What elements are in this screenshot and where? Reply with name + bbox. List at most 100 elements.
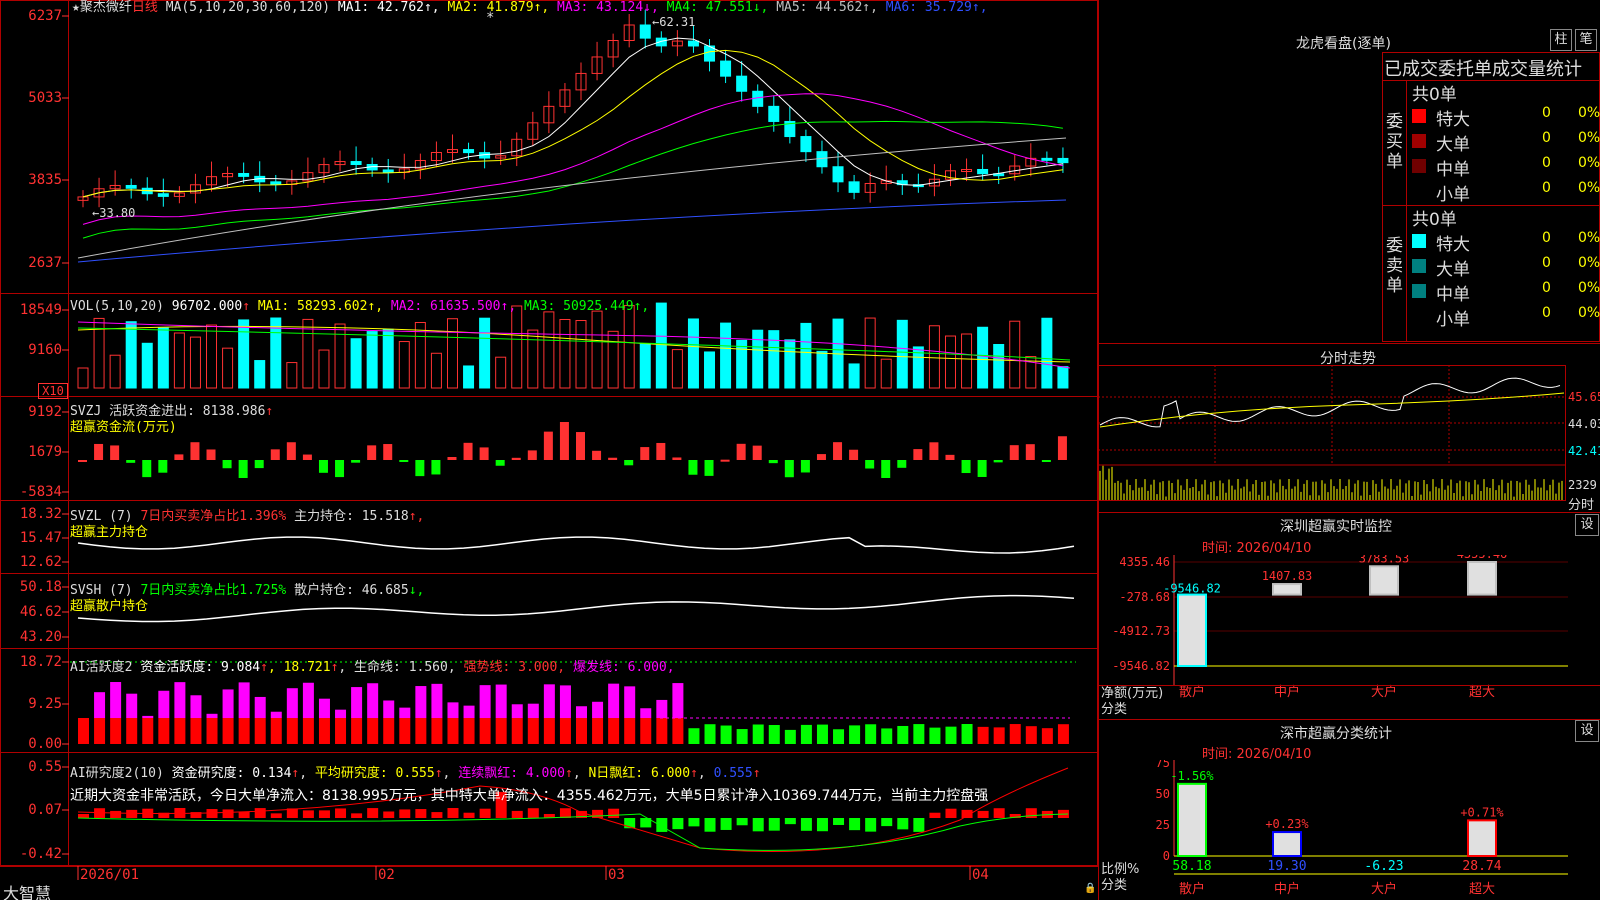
svsh-subtitle: 超赢散户持仓 — [70, 599, 149, 614]
vol-ma2-arrow: ↑, — [500, 299, 524, 314]
volume-bar — [591, 310, 603, 389]
vol-unit-badge[interactable]: X10 — [38, 383, 68, 399]
candle-body — [1057, 157, 1069, 164]
sell-count-0: 0 — [1542, 230, 1551, 246]
sz-monitor-settings-button[interactable]: 设 — [1575, 514, 1599, 536]
buy-swatch-1 — [1412, 134, 1426, 148]
ma-header: MA(5,10,20,30,60,120) — [165, 0, 331, 15]
sell-swatch-0 — [1412, 234, 1426, 248]
ai-active-bar — [929, 727, 941, 744]
ai-active-upper — [174, 682, 186, 718]
ai-active-title: AI活跃度2 — [70, 660, 133, 675]
ai-active-bar — [768, 725, 780, 744]
classify-ratio-1: 19.30 — [1267, 859, 1306, 874]
sz-classify-settings-button[interactable]: 设 — [1575, 720, 1599, 742]
price-axis-0: 6237 — [28, 8, 62, 24]
ai-active-lower — [222, 718, 234, 744]
svzj-bar — [318, 460, 328, 473]
dragon-bar-button[interactable]: 柱 — [1550, 29, 1572, 51]
ai-active-bar — [1025, 726, 1037, 744]
svzj-bar — [383, 444, 393, 460]
trading-terminal: 6237 5033 3835 2637 18549 9160 9192 1679 -5834 18… — [0, 0, 1600, 900]
svzj-bar — [800, 460, 810, 473]
svzj-bar — [238, 460, 248, 478]
ai-research-bar — [78, 814, 89, 818]
svsh-ratio: 7日内买卖净占比1.725% — [140, 583, 287, 598]
svzj-bar — [640, 447, 650, 460]
candle-body — [350, 161, 362, 166]
buy-name-1: 大单 — [1436, 135, 1470, 155]
classify-category-0: 散户 — [1179, 881, 1205, 897]
ai-research-bar — [608, 808, 620, 818]
volume-bar — [880, 358, 892, 389]
ai-research-bar — [704, 818, 716, 832]
volume-bar — [768, 330, 780, 389]
candle-body — [639, 24, 651, 39]
svzl-title: SVZL (7) — [70, 509, 133, 524]
volume-bar — [173, 332, 185, 389]
ai-active-upper — [126, 693, 138, 718]
volume-bar — [961, 333, 973, 389]
volume-bar — [430, 352, 442, 389]
ai-life-sep: , — [447, 660, 456, 675]
ai-active-bar — [1057, 724, 1069, 744]
buy-name-0: 特大 — [1436, 110, 1470, 130]
svzj-bar — [784, 460, 794, 478]
ai-research-bar — [865, 818, 877, 832]
ai-active-lower — [126, 718, 138, 744]
svzj-bar — [913, 449, 923, 460]
ai-active-bar — [961, 724, 973, 744]
sell-pct-0: 0% — [1578, 230, 1600, 246]
ai-research-bar — [833, 818, 845, 825]
ai-research-bar — [110, 810, 122, 818]
ai-active-bar — [784, 729, 796, 744]
lock-icon[interactable]: 🔒 — [1084, 883, 1096, 894]
monitor-axis-0: 4355.46 — [1119, 555, 1170, 569]
favorite-star-icon[interactable]: ★ — [72, 0, 80, 15]
intraday-price-line — [1099, 377, 1561, 428]
volume-bar — [1009, 320, 1021, 389]
kline-chart-area[interactable]: 6237 5033 3835 2637 18549 9160 9192 1679 -5834 18… — [0, 0, 1098, 900]
dragon-col-divider — [1406, 80, 1407, 342]
volume-bar — [655, 302, 667, 389]
candle-body — [1041, 157, 1053, 161]
ma2-value: MA2: 41.879 — [447, 0, 534, 15]
ai-research-header: AI研究度2(10) 资金研究度: 0.134↑, 平均研究度: 0.555↑,… — [70, 766, 761, 781]
ai-research-bar — [270, 813, 282, 818]
volume-bar — [511, 305, 523, 389]
svzj-bar — [431, 460, 441, 475]
volume-bar — [639, 343, 651, 389]
ai-active-bar — [849, 725, 861, 744]
svzj-bar — [559, 422, 569, 460]
volume-bar — [238, 319, 250, 389]
svzj-bar — [977, 460, 987, 477]
candle-body — [125, 184, 137, 189]
svzj-bar — [1025, 444, 1035, 460]
volume-bar — [607, 330, 619, 389]
classify-bar-1 — [1272, 831, 1302, 857]
svzj-bar — [254, 460, 264, 469]
ai-research-bar — [222, 809, 234, 818]
intraday-axis-mid: 44.03 — [1568, 417, 1600, 431]
ai-active-lower — [190, 718, 202, 744]
low-marker: ←33.80 — [92, 206, 135, 220]
volume-bar — [993, 343, 1005, 389]
svzj-bar — [1057, 436, 1067, 460]
monitor-bar-rect — [1369, 565, 1399, 596]
ai-active-bar — [1041, 728, 1053, 744]
ai-life-line: 生命线: 1.560 — [354, 660, 448, 675]
buy-orders-label: 委买单 — [1386, 112, 1403, 172]
dragon-tick-button[interactable]: 笔 — [1575, 29, 1597, 51]
ai-active-upper — [302, 682, 314, 718]
svzj-bar — [736, 443, 746, 460]
volume-bar — [864, 317, 876, 389]
ai-research-bar — [399, 809, 411, 818]
ai-cont-arrow: ↑ — [564, 766, 573, 781]
svzj-axis-0: 9192 — [28, 404, 62, 420]
period-label[interactable]: 日线 — [132, 0, 158, 15]
intraday-chart[interactable] — [1098, 365, 1600, 513]
svzl-arrow: ↑, — [408, 509, 425, 524]
volume-bar — [784, 339, 796, 389]
ai-active-lower — [78, 718, 89, 744]
volume-bar — [671, 349, 683, 389]
